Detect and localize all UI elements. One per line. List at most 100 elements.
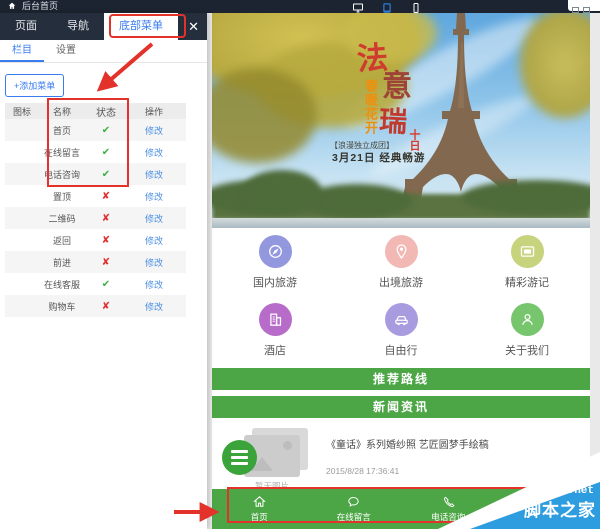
- hotel-icon: [259, 303, 292, 336]
- nav-grid-label: 关于我们: [464, 342, 590, 358]
- col-status: 状态: [85, 104, 127, 119]
- add-menu-button[interactable]: +添加菜单: [5, 74, 64, 97]
- news-text: 《童话》系列婚纱照 艺匠圆梦手绘稿 2015/8/28 17:36:41: [326, 428, 489, 488]
- hero-duration-text: 十日: [406, 129, 422, 151]
- close-icon[interactable]: ✕: [180, 13, 207, 40]
- bottom-nav-label: 首页: [212, 511, 307, 523]
- status-mark: ✘: [85, 213, 127, 224]
- mobile-icon[interactable]: [410, 1, 422, 12]
- desktop-icon[interactable]: [352, 1, 364, 12]
- status-mark: ✘: [85, 301, 127, 312]
- modify-link[interactable]: 修改: [127, 190, 181, 203]
- modify-link[interactable]: 修改: [127, 278, 181, 291]
- bottom-nav-label: 电话咨询: [401, 511, 496, 523]
- calligraphy-char-3: 瑞: [378, 108, 407, 137]
- status-mark: ✔: [85, 147, 127, 158]
- table-row: 购物车 ✘ 修改: [5, 295, 186, 317]
- section-banners: 推荐路线新闻资讯: [212, 368, 590, 418]
- section-banner[interactable]: 新闻资讯: [212, 396, 590, 418]
- row-name: 在线留言: [39, 146, 85, 159]
- nav-grid-label: 自由行: [338, 342, 464, 358]
- admin-title: 后台首页: [22, 0, 58, 13]
- panel-tab[interactable]: 页面: [0, 13, 52, 40]
- table-row: 前进 ✘ 修改: [5, 251, 186, 273]
- table-row: 置顶 ✘ 修改: [5, 185, 186, 207]
- col-name: 名称: [39, 105, 85, 118]
- travel-notes-icon: [511, 235, 544, 268]
- panel-subtab[interactable]: 栏目: [0, 40, 44, 62]
- home-icon: [7, 1, 17, 11]
- phone-icon: [401, 494, 496, 509]
- panel-subtabs: 栏目设置: [0, 40, 207, 63]
- modify-link[interactable]: 修改: [127, 168, 181, 181]
- home-icon: [212, 494, 307, 509]
- nav-grid-item[interactable]: 国内旅游: [212, 232, 338, 298]
- status-mark: ✘: [85, 191, 127, 202]
- top-admin-bar: 后台首页: [0, 0, 600, 13]
- person-icon: [511, 303, 544, 336]
- menu-table-body: 首页 ✔ 修改 在线留言 ✔ 修改 电话咨询 ✔ 修改: [5, 119, 186, 317]
- bottom-nav-item[interactable]: 在线留言: [307, 489, 402, 529]
- status-mark: ✔: [85, 279, 127, 290]
- device-switcher: [352, 1, 422, 12]
- col-icon: 图标: [5, 105, 39, 118]
- hamburger-menu-icon[interactable]: [222, 440, 257, 475]
- table-row: 返回 ✘ 修改: [5, 229, 186, 251]
- mobile-preview: 法 意 瑞 春暖花开 十日 【浪漫独立成团】 3月21日 经典畅游 国内旅游 出…: [212, 13, 590, 529]
- nav-grid: 国内旅游 出境旅游 精彩游记 酒店 自由行: [212, 228, 590, 368]
- hero-vertical-text: 春暖花开: [361, 79, 380, 135]
- modify-link[interactable]: 修改: [127, 256, 181, 269]
- nav-grid-item[interactable]: 关于我们: [464, 300, 590, 366]
- row-name: 在线客服: [39, 278, 85, 291]
- modify-link[interactable]: 修改: [127, 300, 181, 313]
- bottom-nav-item[interactable]: 电话咨询: [401, 489, 496, 529]
- location-pin-icon: [385, 235, 418, 268]
- watermark-site-name: 脚本之家: [524, 496, 596, 521]
- status-mark: ✔: [85, 125, 127, 136]
- panel-tab[interactable]: 底部菜单: [104, 13, 178, 40]
- row-name: 二维码: [39, 212, 85, 225]
- calligraphy-char-2: 意: [382, 72, 412, 102]
- hero-banner[interactable]: 法 意 瑞 春暖花开 十日 【浪漫独立成团】 3月21日 经典畅游: [212, 13, 590, 228]
- news-title[interactable]: 《童话》系列婚纱照 艺匠圆梦手绘稿: [326, 436, 489, 451]
- table-row: 首页 ✔ 修改: [5, 119, 186, 141]
- modify-link[interactable]: 修改: [127, 146, 181, 159]
- hero-date-line: 3月21日 经典畅游: [332, 150, 425, 165]
- panel-subtab[interactable]: 设置: [44, 40, 88, 62]
- row-name: 返回: [39, 234, 85, 247]
- section-banner[interactable]: 推荐路线: [212, 368, 590, 390]
- nav-grid-item[interactable]: 自由行: [338, 300, 464, 366]
- row-name: 首页: [39, 124, 85, 137]
- menu-table: 图标 名称 状态 操作 首页 ✔ 修改 在线留言 ✔ 修改: [5, 103, 186, 317]
- status-mark: ✔: [85, 169, 127, 180]
- nav-grid-item[interactable]: 出境旅游: [338, 232, 464, 298]
- modify-link[interactable]: 修改: [127, 124, 181, 137]
- panel-tabbar: 页面导航底部菜单 ✕: [0, 13, 207, 40]
- nav-grid-item[interactable]: 酒店: [212, 300, 338, 366]
- row-name: 电话咨询: [39, 168, 85, 181]
- table-row: 二维码 ✘ 修改: [5, 207, 186, 229]
- tablet-icon[interactable]: [381, 1, 393, 12]
- compass-icon: [259, 235, 292, 268]
- row-name: 前进: [39, 256, 85, 269]
- river-quay: [212, 218, 590, 228]
- news-item[interactable]: 暂无图片 《童话》系列婚纱照 艺匠圆梦手绘稿 2015/8/28 17:36:4…: [212, 424, 590, 488]
- modify-link[interactable]: 修改: [127, 234, 181, 247]
- table-row: 在线客服 ✔ 修改: [5, 273, 186, 295]
- row-name: 购物车: [39, 300, 85, 313]
- panel-tabs: 页面导航底部菜单: [0, 13, 178, 40]
- col-action: 操作: [127, 105, 181, 118]
- nav-grid-label: 出境旅游: [338, 274, 464, 290]
- row-name: 置顶: [39, 190, 85, 203]
- nav-grid-label: 酒店: [212, 342, 338, 358]
- nav-grid-label: 国内旅游: [212, 274, 338, 290]
- preview-scale-control[interactable]: [568, 0, 600, 11]
- panel-tab[interactable]: 导航: [52, 13, 104, 40]
- table-row: 在线留言 ✔ 修改: [5, 141, 186, 163]
- menu-table-header: 图标 名称 状态 操作: [5, 103, 186, 119]
- modify-link[interactable]: 修改: [127, 212, 181, 225]
- bottom-nav-item[interactable]: 首页: [212, 489, 307, 529]
- nav-grid-item[interactable]: 精彩游记: [464, 232, 590, 298]
- tree: [242, 170, 322, 214]
- nav-grid-label: 精彩游记: [464, 274, 590, 290]
